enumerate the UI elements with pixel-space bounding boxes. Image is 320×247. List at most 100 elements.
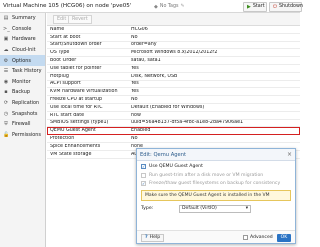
shutdown-button[interactable]: ⏻ Shutdown (269, 1, 303, 12)
shield-icon: ⛨ (4, 121, 8, 128)
type-select[interactable]: Default (VirtIO) ▾ (179, 204, 251, 213)
close-icon[interactable]: × (287, 151, 292, 158)
dialog-option: Run guest-trim after a disk move or VM m… (141, 173, 291, 179)
help-label: Help (149, 235, 161, 240)
option-value: order=any (131, 42, 157, 48)
sidebar-item-label: Backup (12, 89, 30, 96)
option-row[interactable]: SMBIOS settings (type1) uuid=56a48137-df5… (47, 120, 300, 128)
option-row[interactable]: RTC start date now (47, 112, 300, 120)
advanced-label: Advanced (250, 234, 273, 240)
option-row[interactable]: Name HCG06 (47, 26, 300, 34)
tags-label: No Tags (159, 4, 179, 9)
sidebar-item-permissions[interactable]: 🔓 Permissions (0, 130, 45, 141)
option-key: SMBIOS settings (type1) (50, 120, 109, 126)
option-row[interactable]: QEMU Guest Agent Enabled (47, 127, 300, 136)
option-row[interactable]: Freeze CPU at startup No (47, 96, 300, 104)
sidebar-item-console[interactable]: >_ Console (0, 24, 45, 35)
sidebar-item-options[interactable]: ⚙ Options (0, 55, 45, 66)
option-value: Default (Enabled for Windows) (131, 104, 205, 110)
option-checkbox: ✓ (141, 181, 146, 187)
sidebar-item-firewall[interactable]: ⛨ Firewall (0, 119, 45, 130)
sidebar-item-cloud-init[interactable]: ☁ Cloud-Init (0, 45, 45, 56)
option-row[interactable]: Hotplug Disk, Network, USB (47, 73, 300, 81)
gear-icon: ⚙ (3, 57, 9, 64)
type-row: Type: Default (VirtIO) ▾ (141, 204, 291, 213)
options-toolbar: Edit Revert (47, 13, 300, 26)
option-key: Start at boot (50, 34, 81, 40)
unlock-icon: 🔓 (3, 131, 10, 138)
option-key: KVM hardware virtualization (50, 89, 118, 95)
chevron-down-icon: ▾ (245, 206, 248, 212)
type-value: Default (VirtIO) (182, 206, 217, 212)
option-key: ACPI support (50, 81, 81, 87)
replication-icon: ⟳ (3, 100, 9, 107)
sidebar-item-label: Firewall (12, 121, 31, 128)
sidebar-item-backup[interactable]: ▪ Backup (0, 87, 45, 98)
pencil-icon[interactable]: ✎ (181, 4, 185, 9)
sidebar-item-label: Options (12, 57, 31, 64)
option-value: Yes (131, 65, 139, 71)
option-row[interactable]: OS Type Microsoft Windows 8.x/2012/2012r2 (47, 49, 300, 58)
option-row[interactable]: ACPI support Yes (47, 81, 300, 89)
option-key: Spice Enhancements (50, 143, 101, 149)
summary-icon: ▤ (3, 15, 9, 22)
start-button[interactable]: ▶ Start (243, 1, 267, 12)
option-value: Yes (131, 89, 139, 95)
advanced-toggle[interactable]: Advanced (243, 235, 273, 240)
option-value: Enabled (131, 128, 151, 134)
option-row[interactable]: Use tablet for pointer Yes (47, 65, 300, 73)
tags-area[interactable]: ◆ No Tags ✎ (154, 4, 185, 10)
option-row[interactable]: Boot Order sata0, sata1 (47, 57, 300, 65)
floppy-icon: ▪ (4, 89, 8, 96)
console-icon: >_ (3, 25, 10, 32)
sidebar: ▤ Summary >_ Console ▣ Hardware ☁ Cloud-Init ⚙ Op… (0, 13, 46, 247)
option-row[interactable]: Start/Shutdown order order=any (47, 42, 300, 50)
sidebar-item-label: Snapshots (12, 110, 38, 117)
sidebar-item-hardware[interactable]: ▣ Hardware (0, 34, 45, 45)
sidebar-item-label: Hardware (12, 36, 36, 43)
option-row[interactable]: KVM hardware virtualization Yes (47, 88, 300, 97)
options-grid: Name HCG06 Start at boot No Start/Shutdown o… (47, 26, 300, 159)
option-key: QEMU Guest Agent (50, 128, 96, 134)
sidebar-item-summary[interactable]: ▤ Summary (0, 13, 45, 24)
option-value: uuid=56a48137-df5a-4f8c-a1e8-2da47906ae1 (131, 120, 244, 126)
option-value: No (131, 97, 138, 103)
help-button[interactable]: ? Help (141, 233, 165, 242)
dialog-option[interactable]: ✓ Use QEMU Guest Agent (141, 164, 291, 170)
option-label: Use QEMU Guest Agent (149, 164, 203, 169)
qemu-agent-dialog: Edit: Qemu Agent × ✓ Use QEMU Guest Agent… (136, 148, 296, 244)
option-key: OS Type (50, 50, 70, 56)
option-value: HCG06 (131, 26, 148, 32)
dialog-footer: ? Help Advanced OK (137, 230, 295, 243)
option-key: Protection (50, 136, 75, 142)
cloud-icon: ☁ (3, 47, 9, 54)
option-label: Freeze/thaw guest filesystems on backup … (149, 181, 281, 187)
sidebar-item-replication[interactable]: ⟳ Replication (0, 98, 45, 109)
shutdown-label: Shutdown (278, 4, 303, 9)
option-key: Boot Order (50, 58, 77, 64)
sidebar-item-label: Console (12, 25, 32, 32)
option-checkbox[interactable]: ✓ (141, 164, 146, 170)
option-row[interactable]: Start at boot No (47, 34, 300, 42)
option-row[interactable]: Protection No (47, 135, 300, 143)
power-icon: ⏻ (273, 3, 277, 10)
sidebar-item-task-history[interactable]: ☰ Task History (0, 66, 45, 77)
sidebar-item-label: Task History (12, 68, 42, 75)
sidebar-item-label: Monitor (12, 78, 31, 85)
title-bar: Virtual Machine 105 (HCG06) on node 'pve… (0, 0, 303, 13)
advanced-checkbox[interactable] (243, 234, 248, 240)
list-icon: ☰ (3, 68, 9, 75)
ok-button[interactable]: OK (277, 233, 291, 242)
option-row[interactable]: Use local time for RTC Default (Enabled f… (47, 104, 300, 112)
option-label: Run guest-trim after a disk move or VM m… (149, 172, 264, 178)
dialog-header: Edit: Qemu Agent (137, 149, 295, 161)
dialog-body: ✓ Use QEMU Guest Agent Run guest-trim afte… (137, 161, 295, 216)
sidebar-item-monitor[interactable]: ◉ Monitor (0, 77, 45, 88)
option-checkbox (141, 172, 146, 178)
sidebar-item-snapshots[interactable]: ◷ Snapshots (0, 108, 45, 119)
agent-notice: Make sure the QEMU Guest Agent is instal… (141, 189, 291, 201)
revert-button[interactable]: Revert (68, 15, 92, 24)
option-key: VM State storage (50, 151, 92, 157)
start-label: Start (252, 4, 265, 9)
option-key: Start/Shutdown order (50, 42, 102, 48)
